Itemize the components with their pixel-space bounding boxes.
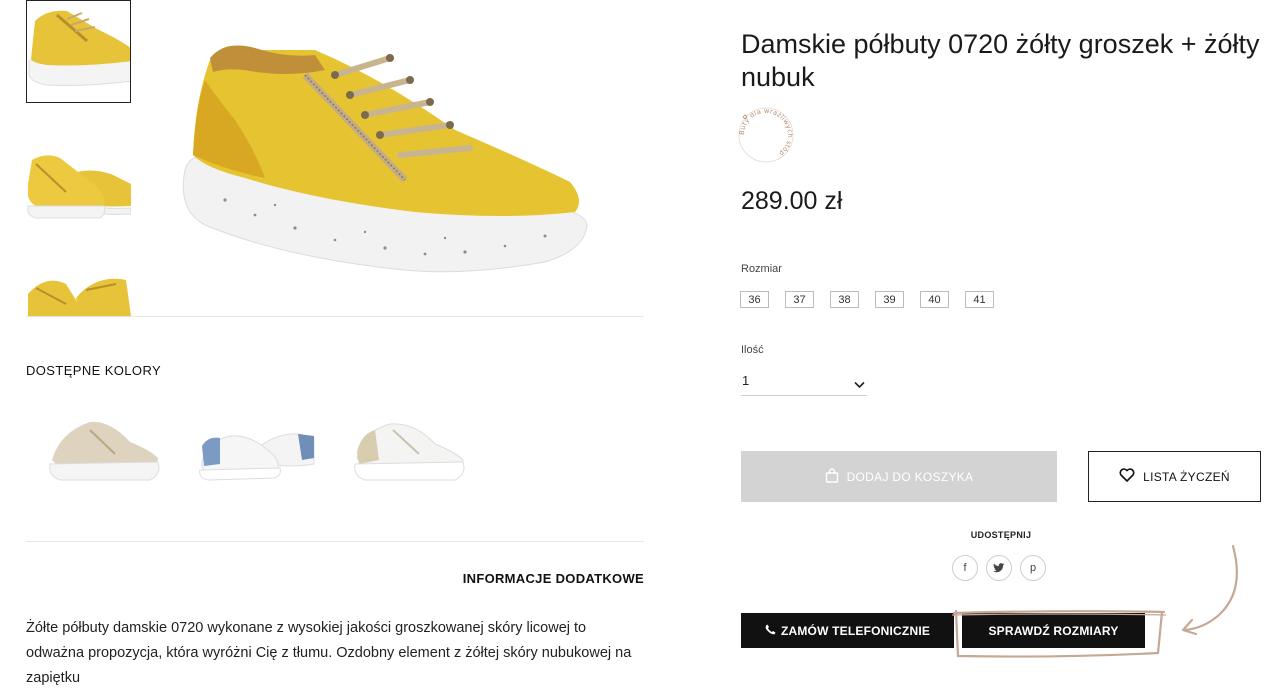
shopping-bag-icon: [825, 467, 839, 486]
color-option-white-blue[interactable]: [190, 402, 330, 492]
thumbnail-1[interactable]: [26, 0, 131, 103]
facebook-icon[interactable]: f: [952, 555, 978, 581]
size-option-39[interactable]: 39: [875, 291, 904, 308]
chevron-down-icon: [854, 376, 865, 394]
thumbnail-2[interactable]: [26, 126, 131, 230]
share-title: UDOSTĘPNIJ: [970, 530, 1032, 540]
twitter-icon[interactable]: [986, 555, 1012, 581]
size-option-36[interactable]: 36: [740, 291, 769, 308]
size-option-38[interactable]: 38: [830, 291, 859, 308]
check-sizes-label: SPRAWDŹ ROZMIARY: [988, 623, 1119, 638]
divider: [26, 316, 644, 317]
color-option-white-beige[interactable]: [345, 402, 485, 492]
product-title: Damskie półbuty 0720 żółty groszek + żół…: [741, 29, 1260, 92]
svg-text:Buty dla wrażliwych stóp: Buty dla wrażliwych stóp: [738, 107, 794, 158]
sensitive-feet-badge: Buty dla wrażliwych stóp: [734, 103, 798, 167]
size-option-40[interactable]: 40: [920, 291, 949, 308]
available-colors-title: DOSTĘPNE KOLORY: [26, 363, 162, 378]
quantity-value: 1: [742, 373, 750, 388]
wishlist-button[interactable]: LISTA ŻYCZEŃ: [1088, 451, 1261, 502]
product-price: 289.00 zł: [741, 187, 843, 215]
quantity-select[interactable]: 1: [741, 370, 867, 396]
order-by-phone-label: ZAMÓW TELEFONICZNIE: [780, 623, 931, 638]
main-product-image[interactable]: [165, 0, 615, 316]
add-to-cart-button[interactable]: DODAJ DO KOSZYKA: [741, 451, 1057, 502]
product-description: Żółte półbuty damskie 0720 wykonane z wy…: [26, 620, 632, 686]
add-to-cart-label: DODAJ DO KOSZYKA: [846, 469, 974, 484]
color-option-beige[interactable]: [40, 402, 180, 492]
heart-icon: [1119, 468, 1135, 485]
order-by-phone-button[interactable]: ZAMÓW TELEFONICZNIE: [741, 613, 954, 648]
wishlist-label: LISTA ŻYCZEŃ: [1143, 469, 1230, 484]
divider: [26, 541, 644, 542]
size-label: Rozmiar: [741, 263, 782, 275]
quantity-label: Ilość: [741, 344, 764, 356]
size-selector: 36 37 38 39 40 41: [740, 291, 994, 308]
share-icons: f p: [952, 555, 1046, 581]
size-option-37[interactable]: 37: [785, 291, 814, 308]
check-sizes-button[interactable]: SPRAWDŹ ROZMIARY: [962, 613, 1145, 648]
thumbnail-3[interactable]: [26, 254, 131, 316]
pinterest-icon[interactable]: p: [1020, 555, 1046, 581]
phone-icon: [765, 624, 776, 638]
additional-info-title[interactable]: INFORMACJE DODATKOWE: [0, 571, 644, 586]
size-option-41[interactable]: 41: [965, 291, 994, 308]
